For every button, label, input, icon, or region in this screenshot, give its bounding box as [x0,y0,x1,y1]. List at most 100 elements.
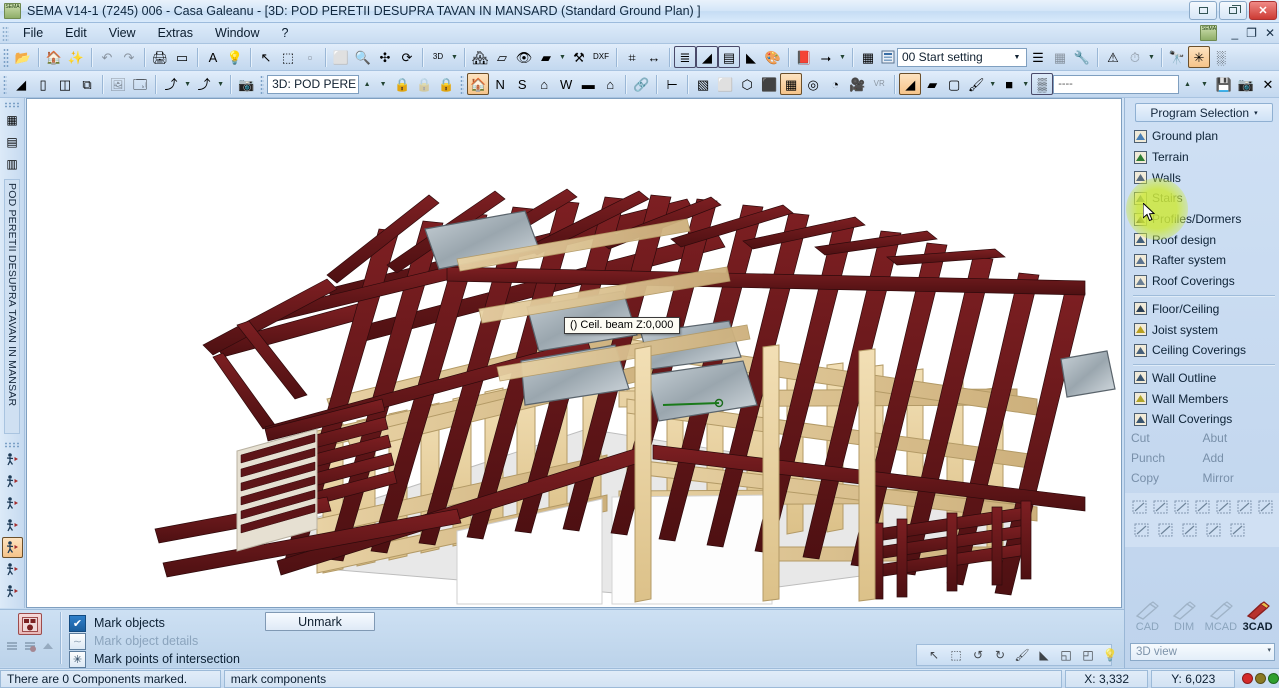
box-hidden-icon[interactable]: ⬜ [714,73,736,95]
dimension-icon[interactable]: ↔ [643,46,665,68]
box-shade-icon[interactable]: ⬡ [736,73,758,95]
cut-angle-icon[interactable] [1151,497,1170,517]
plan-spin-down[interactable]: ▼ [375,73,391,95]
text-annotation-icon[interactable]: A [202,46,224,68]
parallel-icon[interactable]: ◰ [1077,644,1099,666]
copy-command[interactable]: Copy [1131,471,1203,485]
mark-mode-icon[interactable] [18,613,42,635]
sidebar-item-floor-ceiling[interactable]: Floor/Ceiling [1131,299,1279,320]
window-icon[interactable]: 🗔 [129,73,151,95]
left-toolbar-grip[interactable] [3,102,21,108]
mcad-icon[interactable]: MCAD [1204,600,1238,633]
menu-edit[interactable]: Edit [54,24,98,42]
cube-icon[interactable]: ▢ [943,73,965,95]
menu-file[interactable]: File [12,24,54,42]
copy-mirror-icon[interactable] [1202,520,1224,540]
align-icon[interactable] [1193,497,1212,517]
save-3d-icon[interactable]: 💾 [1213,73,1235,95]
copy-single-icon[interactable] [1130,520,1152,540]
person-insert-icon[interactable] [2,581,23,602]
copy-move-icon[interactable] [1226,520,1248,540]
mark-option-mark-objects[interactable]: ✔ Mark objects [69,614,240,632]
sidebar-item-walls[interactable]: Walls [1131,167,1279,188]
person-edit-icon[interactable] [1,537,23,558]
zoom-all-icon[interactable]: ⬜ [330,46,352,68]
setting-combo[interactable]: 00 Start setting ▼ [897,47,1027,67]
camera-persp-icon[interactable]: ◎ [802,73,824,95]
object-tree-icon[interactable]: ▤ [2,131,23,152]
camera-walk-icon[interactable]: ◔ [824,73,846,95]
link-icon[interactable]: 🔗 [630,73,652,95]
menu-grip[interactable] [2,25,9,41]
storey-current-icon[interactable]: 🏠 [467,73,490,95]
mark-option-mark-points-of-intersection[interactable]: ✳ Mark points of intersection [69,650,240,668]
menu-help[interactable]: ? [270,24,299,42]
export-dropdown-arrow[interactable]: ▼ [837,46,848,68]
add-command[interactable]: Add [1203,451,1275,465]
copy-array-icon[interactable] [1178,520,1200,540]
dxf-export-icon[interactable]: DXF [590,46,612,68]
person-rotate-icon[interactable] [2,493,23,514]
punch-command[interactable]: Punch [1131,451,1203,465]
edit-note-icon[interactable] [1235,497,1254,517]
lock-green2-icon[interactable]: 🔒 [435,73,457,95]
storey-roof-icon[interactable]: ⌂ [533,73,555,95]
mark-layer3-icon[interactable] [40,638,56,654]
rotate-view-icon[interactable]: ⟳ [396,46,418,68]
3cad-icon[interactable]: 3CAD [1241,600,1275,633]
cut-scissors-icon[interactable] [1130,497,1149,517]
menu-window[interactable]: Window [204,24,270,42]
lock-green-icon[interactable]: 🔒 [391,73,413,95]
menu-view[interactable]: View [98,24,147,42]
left-toolbar-grip-2[interactable] [3,442,21,448]
color-fill-dropdown-arrow[interactable]: ▼ [1020,73,1031,95]
mark-intersection-icon[interactable]: ✳ [69,650,86,668]
print-icon[interactable]: 🖨 [149,46,171,68]
toolbar-secondary-grip[interactable] [3,74,8,94]
layer-shade-icon[interactable]: ◣ [740,46,762,68]
magic-wand-icon[interactable]: ✨ [65,46,87,68]
camera-icon[interactable]: 📷 [235,73,257,95]
mark-layer1-icon[interactable] [4,638,20,654]
person-copy-icon[interactable] [2,559,23,580]
mirror-command[interactable]: Mirror [1203,471,1275,485]
terrain-icon[interactable]: ◢ [899,73,922,95]
measure-icon[interactable]: ⌗ [621,46,643,68]
menu-extras[interactable]: Extras [147,24,204,42]
roof-covering-icon[interactable]: ◢ [10,73,32,95]
unmark-button[interactable]: Unmark [265,612,375,631]
box-wire-icon[interactable]: ▧ [692,73,714,95]
material-icon[interactable]: ▒ [1031,73,1054,95]
sidebar-item-roof-design[interactable]: Roof design [1131,229,1279,250]
house-render-icon[interactable]: 🏘 [469,46,491,68]
toolbar-plan-grip[interactable] [260,74,265,94]
chevron-down-icon[interactable]: ▾ [1267,646,1271,654]
hint-bulb-icon[interactable]: 💡 [224,46,246,68]
timber-icon[interactable]: ▰ [921,73,943,95]
plan-manager-icon[interactable]: ▦ [2,109,23,130]
light-icon[interactable]: 💡 [1099,644,1121,666]
grid-mouse-icon[interactable]: ░ [1210,46,1232,68]
mdi-minimize-button[interactable]: _ [1231,26,1238,40]
dim-icon[interactable]: DIM [1167,600,1201,633]
settings-view-icon[interactable]: ▦ [857,46,879,68]
section-icon[interactable]: ▱ [491,46,513,68]
cut-multi-icon[interactable] [1172,497,1191,517]
close-button[interactable]: ✕ [1249,1,1277,20]
wrench-icon[interactable]: 🔧 [1071,46,1093,68]
close-view-icon[interactable]: ✕ [1257,73,1279,95]
color-fill-icon[interactable]: ■ [998,73,1020,95]
perspective-icon[interactable]: ◱ [1055,644,1077,666]
mark-objects-icon[interactable]: ✔ [69,614,86,632]
properties-icon[interactable]: ▥ [2,153,23,174]
book-icon[interactable]: 📕 [793,46,815,68]
beam-dropdown-arrow[interactable]: ▼ [557,46,568,68]
mark-layer2-icon[interactable] [22,638,38,654]
zoom-window-icon[interactable]: ⬚ [277,46,299,68]
view-eye-icon[interactable]: 👁 [513,46,535,68]
render-icon[interactable]: 🎨 [762,46,784,68]
mdi-restore-button[interactable]: ❐ [1246,26,1257,40]
camera-anim-icon[interactable]: 🎥 [846,73,868,95]
insert-green-dropdown-arrow[interactable]: ▼ [182,73,193,95]
insert-red-dropdown-arrow[interactable]: ▼ [215,73,226,95]
